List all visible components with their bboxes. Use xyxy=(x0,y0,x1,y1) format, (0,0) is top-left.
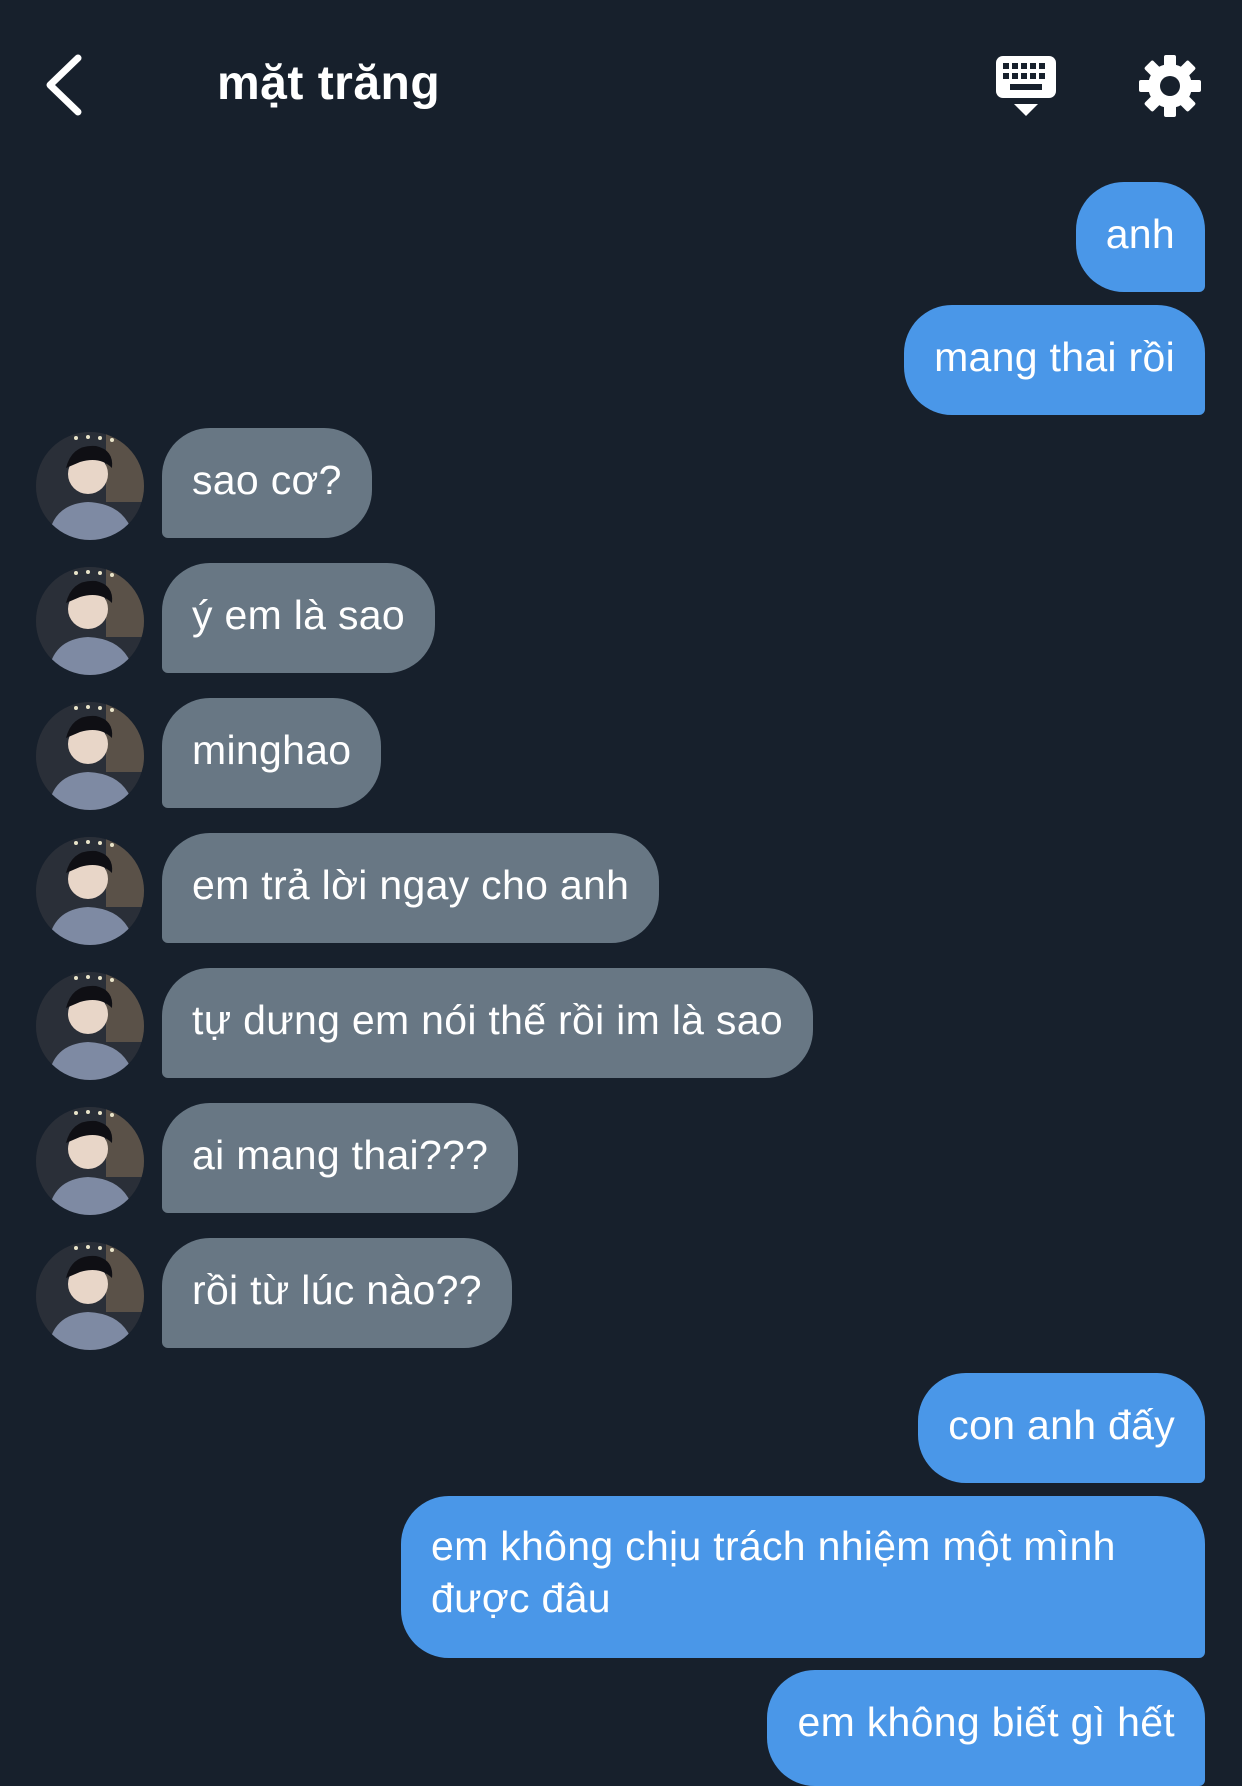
message-received[interactable]: minghao xyxy=(162,698,382,808)
avatar[interactable] xyxy=(36,972,144,1080)
avatar-image xyxy=(36,837,144,945)
message-sent[interactable]: con anh đấy xyxy=(918,1373,1205,1483)
avatar[interactable] xyxy=(36,1107,144,1215)
message-received[interactable]: ý em là sao xyxy=(162,563,435,673)
message-received[interactable]: ai mang thai??? xyxy=(162,1103,519,1213)
avatar[interactable] xyxy=(36,1242,144,1350)
message-received[interactable]: rồi từ lúc nào?? xyxy=(162,1238,512,1348)
message-received[interactable]: em trả lời ngay cho anh xyxy=(162,833,660,943)
avatar-image xyxy=(36,567,144,675)
avatar[interactable] xyxy=(36,837,144,945)
message-received[interactable]: sao cơ? xyxy=(162,428,372,538)
keyboard-toggle-button[interactable] xyxy=(990,52,1062,122)
gear-icon xyxy=(1139,55,1201,117)
message-sent[interactable]: anh xyxy=(1075,182,1205,292)
chevron-left-icon xyxy=(46,54,82,116)
message-sent[interactable]: em không biết gì hết xyxy=(767,1670,1205,1786)
avatar[interactable] xyxy=(36,432,144,540)
avatar[interactable] xyxy=(36,567,144,675)
avatar-image xyxy=(36,1107,144,1215)
chat-header: mặt trăng xyxy=(0,0,1242,170)
keyboard-icon xyxy=(996,56,1056,116)
avatar-image xyxy=(36,972,144,1080)
chat-title: mặt trăng xyxy=(217,57,441,110)
message-sent[interactable]: mang thai rồi xyxy=(904,305,1205,415)
avatar[interactable] xyxy=(36,702,144,810)
settings-button[interactable] xyxy=(1138,54,1202,118)
message-sent[interactable]: em không chịu trách nhiệm một mình được … xyxy=(401,1496,1205,1658)
avatar-image xyxy=(36,702,144,810)
avatar-image xyxy=(36,1242,144,1350)
avatar-image xyxy=(36,432,144,540)
back-button[interactable] xyxy=(40,50,90,120)
message-received[interactable]: tự dưng em nói thế rồi im là sao xyxy=(162,968,813,1078)
